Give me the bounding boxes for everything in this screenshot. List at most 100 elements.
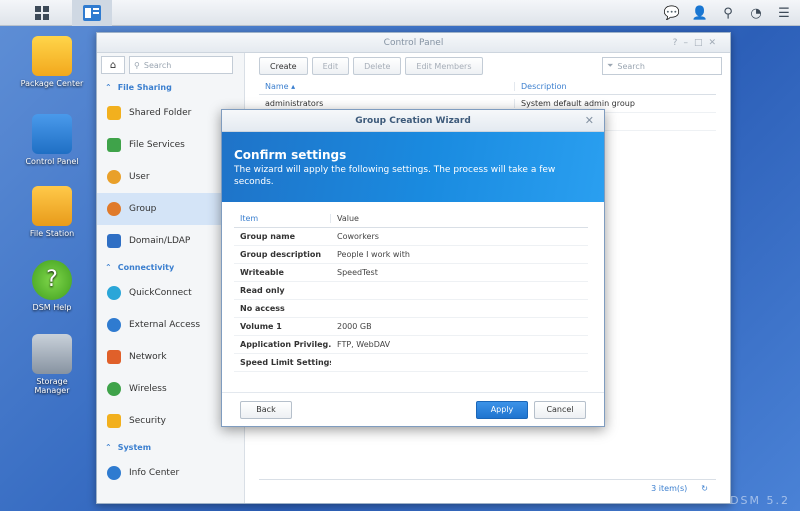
- wifi-icon: [107, 382, 121, 396]
- collapse-icon: ⌃: [105, 442, 112, 452]
- column-header-description[interactable]: Description: [514, 82, 716, 91]
- apply-button[interactable]: Apply: [476, 400, 528, 419]
- close-icon[interactable]: ✕: [708, 38, 722, 48]
- sidebar-item-info-center[interactable]: Info Center: [97, 457, 244, 489]
- window-titlebar[interactable]: Control Panel ?–□✕: [97, 33, 730, 53]
- domain-icon: [107, 234, 121, 248]
- file-services-icon: [107, 138, 121, 152]
- cell-description: System default admin group: [514, 99, 716, 108]
- control-panel-icon: [83, 5, 101, 21]
- info-icon: [107, 466, 121, 480]
- group-creation-wizard: Group Creation Wizard ✕ Confirm settings…: [221, 109, 605, 427]
- back-button[interactable]: Back: [240, 400, 292, 419]
- table-row: Volume 1 2000 GB: [234, 318, 588, 336]
- dsm-watermark: DSM 5.2: [730, 494, 790, 507]
- row-item: Volume 1: [240, 322, 282, 331]
- row-value: People I work with: [337, 250, 410, 259]
- chat-icon[interactable]: 💬: [662, 3, 682, 23]
- row-value: Coworkers: [337, 232, 379, 241]
- options-icon[interactable]: ☰: [774, 3, 794, 23]
- folder-icon: [32, 186, 72, 226]
- table-row: Speed Limit Settings: [234, 354, 588, 372]
- desktop-icon-label: DSM Help: [32, 303, 72, 312]
- row-item: Application Privileg...: [240, 340, 331, 349]
- row-value: FTP, WebDAV: [337, 340, 391, 349]
- item-count: 3 item(s): [651, 484, 688, 493]
- column-header-name[interactable]: Name ▴: [259, 82, 514, 91]
- desktop-icon-label: Storage Manager: [34, 377, 70, 395]
- filter-search-input[interactable]: ⏷ Search: [602, 57, 722, 75]
- delete-button[interactable]: Delete: [353, 57, 402, 75]
- widgets-icon[interactable]: ◔: [746, 3, 766, 23]
- dialog-title: Group Creation Wizard: [355, 116, 471, 126]
- dialog-footer: Back Apply Cancel: [222, 392, 604, 426]
- collapse-icon: ⌃: [105, 82, 112, 92]
- desktop-icon-storage-manager[interactable]: Storage Manager: [20, 334, 84, 395]
- desktop-icon-label: Control Panel: [25, 157, 79, 166]
- search-icon: ⚲: [134, 60, 140, 70]
- storage-icon: [32, 334, 72, 374]
- control-panel-icon: [32, 114, 72, 154]
- edit-members-button[interactable]: Edit Members: [405, 57, 483, 75]
- home-icon: ⌂: [109, 59, 117, 71]
- create-button[interactable]: Create: [259, 57, 308, 75]
- row-item: No access: [240, 304, 285, 313]
- table-row: Group name Coworkers: [234, 228, 588, 246]
- settings-table: Item Value Group name Coworkers Group des…: [234, 210, 588, 372]
- sidebar-search-input[interactable]: ⚲ Search: [129, 56, 233, 74]
- shared-folder-icon: [107, 106, 121, 120]
- maximize-icon[interactable]: □: [694, 38, 709, 48]
- search-icon[interactable]: ⚲: [718, 3, 738, 23]
- table-row: Application Privileg... FTP, WebDAV: [234, 336, 588, 354]
- wizard-heading: Confirm settings: [234, 148, 347, 162]
- quickconnect-icon: [107, 286, 121, 300]
- desktop-icon-control-panel[interactable]: Control Panel: [20, 114, 84, 166]
- help-icon: ?: [32, 260, 72, 300]
- home-button[interactable]: ⌂: [101, 56, 125, 74]
- globe-icon: [107, 318, 121, 332]
- row-value: 2000 GB: [337, 322, 372, 331]
- collapse-icon: ⌃: [105, 262, 112, 272]
- row-item: Group name: [240, 232, 296, 241]
- column-header-value: Value: [337, 214, 359, 223]
- desktop-icon-file-station[interactable]: File Station: [20, 186, 84, 238]
- cell-name: administrators: [265, 99, 324, 108]
- network-icon: [107, 350, 121, 364]
- column-header-item: Item: [234, 214, 331, 223]
- table-row: Read only: [234, 282, 588, 300]
- filter-icon: ⏷: [607, 61, 614, 70]
- table-row: Group description People I work with: [234, 246, 588, 264]
- desktop-icon-dsm-help[interactable]: ? DSM Help: [20, 260, 84, 312]
- table-footer: 3 item(s) ↻: [259, 479, 716, 497]
- section-system[interactable]: ⌃ System: [97, 437, 244, 457]
- help-icon[interactable]: ?: [673, 38, 684, 48]
- window-title: Control Panel: [383, 38, 444, 48]
- cancel-button[interactable]: Cancel: [534, 400, 586, 419]
- table-row: No access: [234, 300, 588, 318]
- taskbar-control-panel[interactable]: [72, 0, 112, 26]
- main-menu-button[interactable]: [28, 0, 56, 26]
- desktop-icon-label: File Station: [29, 229, 75, 238]
- user-icon[interactable]: 👤: [690, 3, 710, 23]
- grid-icon: [35, 6, 49, 20]
- close-icon[interactable]: ✕: [585, 110, 594, 132]
- row-item: Group description: [240, 250, 322, 259]
- row-item: Writeable: [240, 268, 284, 277]
- taskbar: 💬 👤 ⚲ ◔ ☰: [0, 0, 800, 26]
- wizard-banner: Confirm settings The wizard will apply t…: [222, 132, 604, 202]
- dialog-titlebar[interactable]: Group Creation Wizard ✕: [222, 110, 604, 132]
- shield-icon: [107, 414, 121, 428]
- desktop-icon-label: Package Center: [20, 79, 84, 88]
- desktop-icon-package-center[interactable]: Package Center: [20, 36, 84, 88]
- row-value: SpeedTest: [337, 268, 378, 277]
- group-icon: [107, 202, 121, 216]
- section-file-sharing[interactable]: ⌃ File Sharing: [97, 77, 244, 97]
- user-icon: [107, 170, 121, 184]
- row-item: Speed Limit Settings: [240, 358, 331, 367]
- table-row: Writeable SpeedTest: [234, 264, 588, 282]
- minimize-icon[interactable]: –: [683, 38, 694, 48]
- wizard-subtitle: The wizard will apply the following sett…: [234, 165, 556, 187]
- row-item: Read only: [240, 286, 285, 295]
- edit-button[interactable]: Edit: [311, 57, 350, 75]
- refresh-icon[interactable]: ↻: [701, 484, 708, 493]
